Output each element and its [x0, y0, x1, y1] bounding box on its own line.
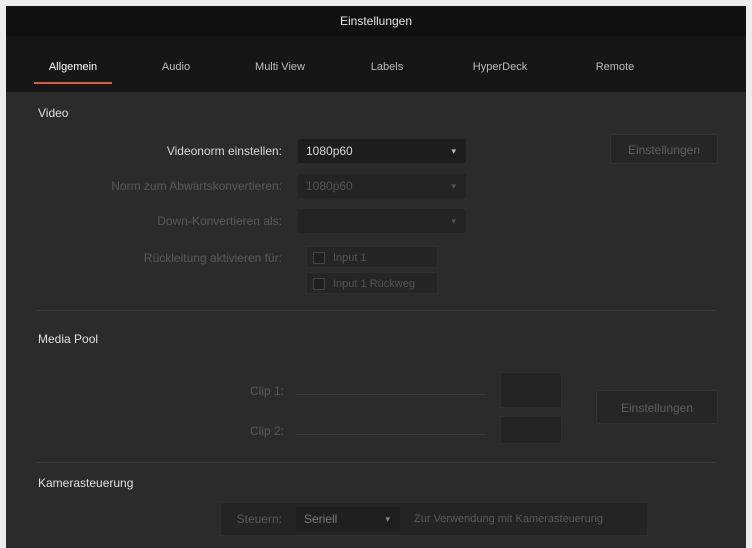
return-enable-label: Rückleitung aktivieren für: [143, 251, 282, 265]
clip1-label: Clip 1: [249, 384, 284, 398]
down-convert-label: Norm zum Abwärtskonvertieren: [111, 179, 282, 193]
settings-window: Einstellungen Allgemein Audio Multi View… [6, 6, 746, 548]
down-convert-select[interactable]: 1080p60 ▾ [298, 174, 466, 198]
camera-status-text: Zur Verwendung mit Kamerasteuerung [414, 513, 603, 525]
section-divider [36, 310, 716, 311]
camera-mode-select[interactable]: Seriell ▾ [296, 507, 400, 531]
down-convert-value: 1080p60 [306, 179, 353, 193]
chevron-down-icon: ▾ [451, 181, 456, 191]
down-convert-as-label: Down-Konvertieren als: [157, 214, 282, 228]
clip2-thumbnail [500, 416, 562, 444]
tab-remote[interactable]: Remote [584, 36, 646, 92]
checkbox-icon [313, 252, 325, 265]
video-format-select[interactable]: 1080p60 ▾ [298, 139, 466, 163]
tab-hyperdeck[interactable]: HyperDeck [458, 36, 542, 92]
media-pool-section-title: Media Pool [38, 332, 99, 346]
media-pool-settings-button[interactable]: Einstellungen [596, 390, 718, 424]
window-titlebar: Einstellungen [6, 6, 746, 36]
camera-section-title: Kamerasteuerung [38, 476, 134, 490]
chevron-down-icon: ▾ [385, 514, 390, 524]
tab-bar: Allgemein Audio Multi View Labels HyperD… [6, 36, 746, 92]
clip2-field[interactable] [296, 434, 486, 435]
camera-mode-value: Seriell [304, 512, 338, 526]
chevron-down-icon: ▾ [451, 146, 456, 156]
section-divider [36, 462, 716, 463]
down-convert-as-select[interactable]: ▾ [298, 209, 466, 233]
clip1-thumbnail [500, 372, 562, 408]
tab-multi-view[interactable]: Multi View [238, 36, 322, 92]
tab-labels[interactable]: Labels [356, 36, 418, 92]
checkbox-icon [313, 278, 325, 291]
tab-audio[interactable]: Audio [146, 36, 206, 92]
tab-allgemein[interactable]: Allgemein [34, 36, 112, 92]
check-input-1-return-label: Input 1 Rückweg [333, 278, 415, 290]
clip1-field[interactable] [296, 394, 486, 395]
window-title: Einstellungen [339, 14, 413, 28]
camera-mode-label: Steuern: [236, 512, 282, 526]
video-format-value: 1080p60 [306, 144, 353, 158]
video-settings-button[interactable]: Einstellungen [610, 134, 718, 164]
check-input-1-label: Input 1 [333, 252, 367, 264]
video-section-title: Video [38, 106, 69, 120]
video-format-label: Videonorm einstellen: [166, 144, 282, 158]
check-input-1-return[interactable]: Input 1 Rückweg [306, 272, 438, 294]
clip2-label: Clip 2: [249, 424, 284, 438]
chevron-down-icon: ▾ [451, 216, 456, 226]
check-input-1[interactable]: Input 1 [306, 246, 438, 268]
